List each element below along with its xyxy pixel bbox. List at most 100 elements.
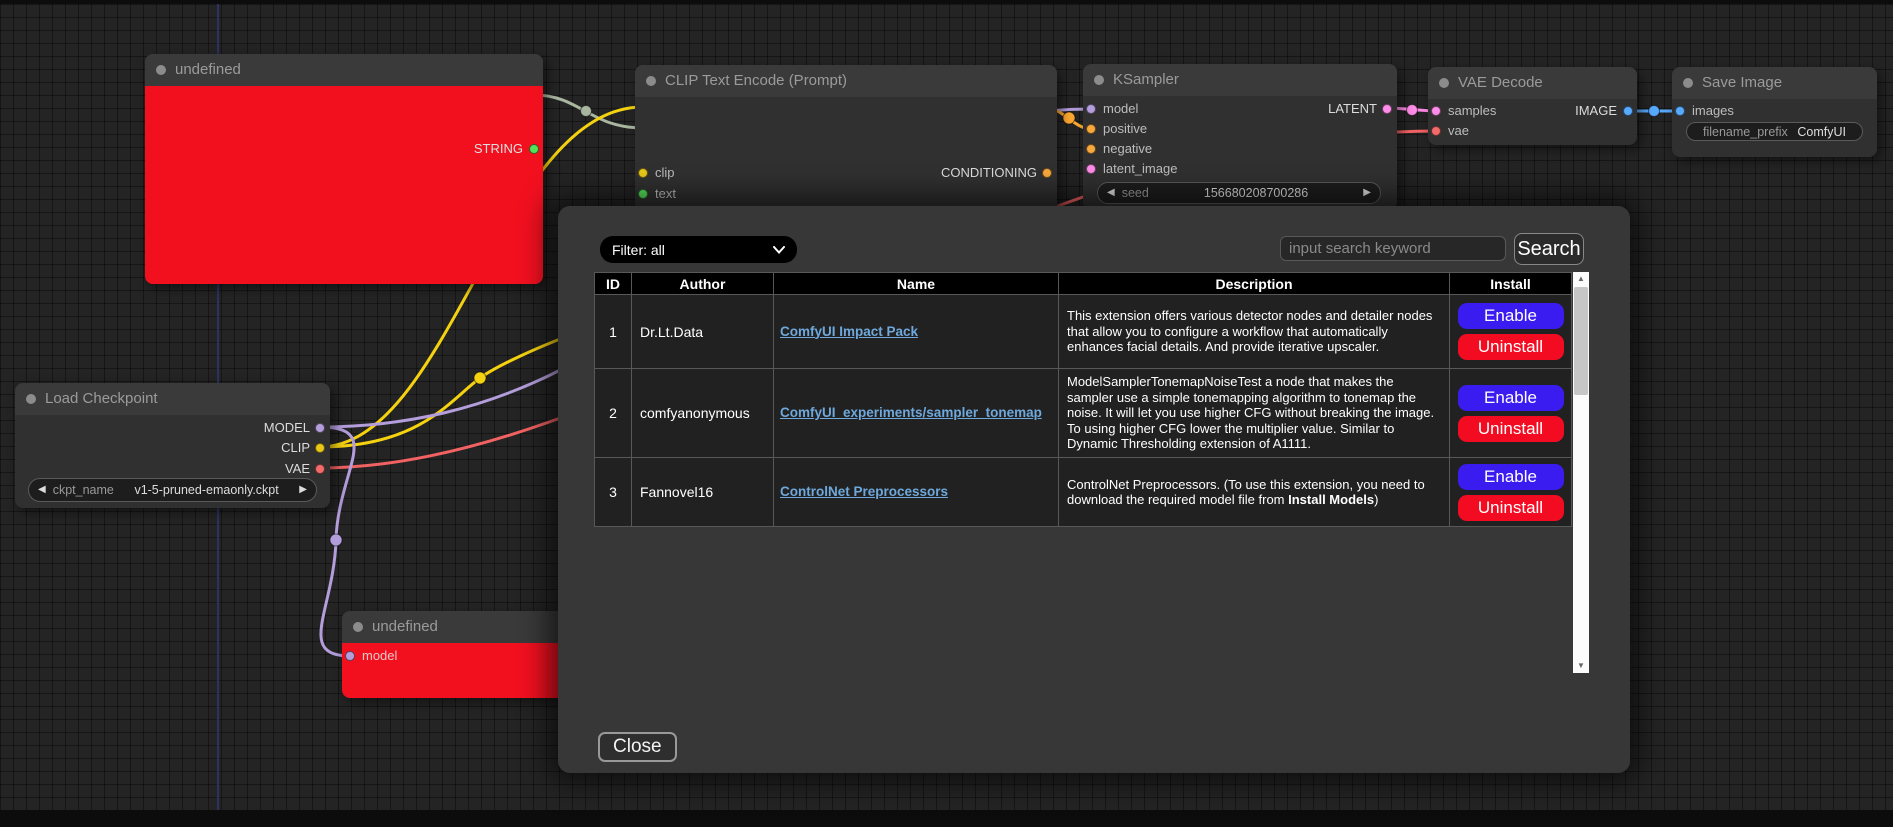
reroute-dot-string <box>581 106 592 117</box>
cell-description: ModelSamplerTonemapNoiseTest a node that… <box>1059 369 1450 458</box>
node-status-dot <box>1439 78 1449 88</box>
input-label-model: model <box>1103 101 1138 116</box>
input-dot-latent-image[interactable] <box>1086 164 1096 174</box>
node-header[interactable]: undefined <box>145 54 543 86</box>
extension-link[interactable]: ControlNet Preprocessors <box>780 484 948 499</box>
extension-manager-dialog: Filter: all Search ID Author Name Descri… <box>558 206 1630 773</box>
filter-select[interactable]: Filter: all <box>600 236 797 263</box>
node-status-dot <box>1683 78 1693 88</box>
input-dot-clip[interactable] <box>638 168 648 178</box>
cell-id: 3 <box>595 458 632 527</box>
uninstall-button[interactable]: Uninstall <box>1458 334 1564 360</box>
node-header[interactable]: KSampler <box>1083 64 1397 96</box>
output-dot-vae[interactable] <box>315 464 325 474</box>
reroute-dot-conditioning <box>1063 112 1075 124</box>
cell-install: Enable Uninstall <box>1450 369 1572 458</box>
output-label-clip: CLIP <box>281 440 310 455</box>
node-save-image[interactable]: Save Image images filename_prefix ComfyU… <box>1672 67 1877 157</box>
output-dot-clip[interactable] <box>315 443 325 453</box>
node-header[interactable]: undefined <box>342 611 582 643</box>
column-header-name: Name <box>774 273 1059 295</box>
node-status-dot <box>646 76 656 86</box>
node-undefined-top[interactable]: undefined STRING <box>145 54 543 284</box>
input-dot-vae[interactable] <box>1431 126 1441 136</box>
table-scrollbar[interactable]: ▲ ▼ <box>1573 272 1589 673</box>
output-dot-string[interactable] <box>529 144 539 154</box>
enable-button[interactable]: Enable <box>1458 464 1564 490</box>
input-label-vae: vae <box>1448 123 1469 138</box>
input-label-positive: positive <box>1103 121 1147 136</box>
node-header[interactable]: Load Checkpoint <box>15 383 330 415</box>
ckpt-name-label: ckpt_name <box>53 483 114 497</box>
output-label-image: IMAGE <box>1575 103 1617 118</box>
node-undefined-bottom[interactable]: undefined model <box>342 611 582 698</box>
uninstall-button[interactable]: Uninstall <box>1458 416 1564 442</box>
input-dot-model[interactable] <box>345 651 355 661</box>
arrow-right-icon[interactable]: ▶ <box>299 485 307 495</box>
arrow-right-icon[interactable]: ▶ <box>1363 188 1371 198</box>
arrow-left-icon[interactable]: ◀ <box>1107 188 1115 198</box>
ckpt-name-widget[interactable]: ◀ ckpt_name v1-5-pruned-emaonly.ckpt ▶ <box>28 478 317 502</box>
extension-table: ID Author Name Description Install 1 Dr.… <box>594 272 1572 527</box>
reroute-dot-model <box>330 534 342 546</box>
output-label-string: STRING <box>474 141 523 156</box>
cell-author: Dr.Lt.Data <box>632 295 774 369</box>
output-dot-model[interactable] <box>315 423 325 433</box>
node-load-checkpoint[interactable]: Load Checkpoint MODEL CLIP VAE ◀ ckpt_na… <box>15 383 330 508</box>
search-input[interactable] <box>1280 236 1506 261</box>
node-status-dot <box>353 622 363 632</box>
output-dot-conditioning[interactable] <box>1042 168 1052 178</box>
reroute-dot-image <box>1649 106 1660 117</box>
arrow-left-icon[interactable]: ◀ <box>38 485 46 495</box>
cell-install: Enable Uninstall <box>1450 295 1572 369</box>
cell-description: This extension offers various detector n… <box>1059 295 1450 369</box>
chevron-down-icon <box>773 246 785 254</box>
filename-prefix-label: filename_prefix <box>1703 125 1788 139</box>
enable-button[interactable]: Enable <box>1458 303 1564 329</box>
search-button[interactable]: Search <box>1514 233 1584 265</box>
output-label-model: MODEL <box>264 420 310 435</box>
bold-install-models: Install Models <box>1288 492 1374 507</box>
input-dot-negative[interactable] <box>1086 144 1096 154</box>
input-label-clip: clip <box>655 165 675 180</box>
filename-prefix-widget[interactable]: filename_prefix ComfyUI <box>1686 122 1863 141</box>
table-header-row: ID Author Name Description Install <box>595 273 1572 295</box>
extension-link[interactable]: ComfyUI_experiments/sampler_tonemap <box>780 405 1042 420</box>
cell-install: Enable Uninstall <box>1450 458 1572 527</box>
node-header[interactable]: Save Image <box>1672 67 1877 99</box>
comfyui-screen: undefined STRING CLIP Text Encode (Promp… <box>0 0 1893 827</box>
input-dot-samples[interactable] <box>1431 106 1441 116</box>
output-dot-latent[interactable] <box>1382 104 1392 114</box>
node-header[interactable]: VAE Decode <box>1428 67 1637 99</box>
input-dot-model[interactable] <box>1086 104 1096 114</box>
node-ksampler[interactable]: KSampler model positive negative latent_… <box>1083 64 1397 210</box>
output-dot-image[interactable] <box>1623 106 1633 116</box>
input-dot-images[interactable] <box>1675 106 1685 116</box>
node-header[interactable]: CLIP Text Encode (Prompt) <box>635 65 1057 97</box>
scroll-up-icon[interactable]: ▲ <box>1573 272 1589 286</box>
enable-button[interactable]: Enable <box>1458 385 1564 411</box>
seed-widget[interactable]: ◀ seed 156680208700286 ▶ <box>1097 182 1381 204</box>
cell-id: 1 <box>595 295 632 369</box>
scroll-down-icon[interactable]: ▼ <box>1573 659 1589 673</box>
input-dot-positive[interactable] <box>1086 124 1096 134</box>
input-dot-text[interactable] <box>638 189 648 199</box>
table-row: 3 Fannovel16 ControlNet Preprocessors Co… <box>595 458 1572 527</box>
output-label-latent: LATENT <box>1328 101 1377 116</box>
node-vae-decode[interactable]: VAE Decode samples vae IMAGE <box>1428 67 1637 145</box>
output-label-conditioning: CONDITIONING <box>941 165 1037 180</box>
node-title: undefined <box>175 61 241 78</box>
node-status-dot <box>1094 75 1104 85</box>
table-row: 2 comfyanonymous ComfyUI_experiments/sam… <box>595 369 1572 458</box>
input-label-text: text <box>655 186 676 201</box>
filter-select-value: Filter: all <box>612 242 665 258</box>
column-header-id: ID <box>595 273 632 295</box>
extension-link[interactable]: ComfyUI Impact Pack <box>780 324 918 339</box>
close-button[interactable]: Close <box>598 732 677 762</box>
node-title: Load Checkpoint <box>45 390 158 407</box>
node-title: VAE Decode <box>1458 74 1543 91</box>
node-clip-text-encode[interactable]: CLIP Text Encode (Prompt) clip text COND… <box>635 65 1057 215</box>
uninstall-button[interactable]: Uninstall <box>1458 495 1564 521</box>
scrollbar-thumb[interactable] <box>1574 287 1588 395</box>
node-status-dot <box>26 394 36 404</box>
